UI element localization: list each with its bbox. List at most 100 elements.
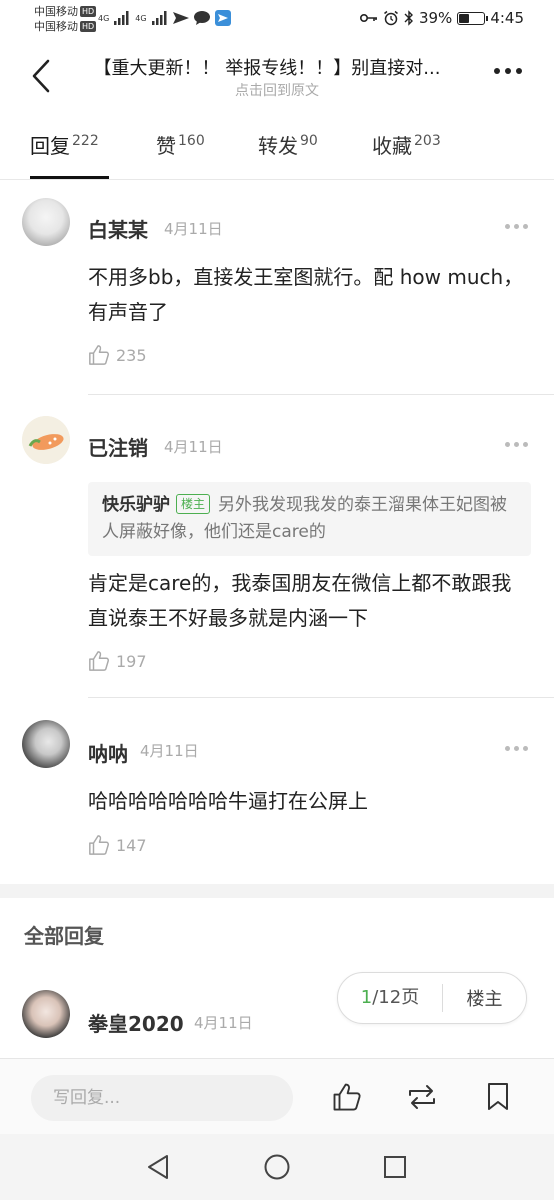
comment-author[interactable]: 拳皇2020 bbox=[88, 1008, 184, 1037]
more-button[interactable] bbox=[494, 68, 522, 74]
avatar[interactable] bbox=[22, 416, 70, 464]
key-icon bbox=[359, 14, 377, 22]
system-nav-bar bbox=[0, 1134, 554, 1200]
net-label-1: 4G bbox=[98, 13, 110, 23]
more-icon-dot bbox=[505, 68, 511, 74]
tab-replies[interactable]: 回复 222 bbox=[30, 130, 99, 159]
tab-label: 回复 bbox=[30, 134, 70, 158]
tab-label: 赞 bbox=[156, 134, 176, 158]
carrier-info: 中国移动 HD 中国移动 HD bbox=[34, 4, 97, 34]
more-icon-dot bbox=[514, 224, 519, 229]
more-icon bbox=[505, 442, 510, 447]
triangle-back-icon bbox=[148, 1155, 168, 1179]
nav-back-button[interactable] bbox=[143, 1152, 173, 1182]
avatar[interactable] bbox=[22, 720, 70, 768]
circle-home-icon bbox=[264, 1154, 290, 1180]
tab-count: 160 bbox=[178, 133, 205, 149]
clock: 4:45 bbox=[490, 9, 524, 27]
all-replies-title: 全部回复 bbox=[24, 924, 104, 948]
tab-reposts[interactable]: 转发 90 bbox=[258, 130, 318, 159]
carrier-2: 中国移动 bbox=[34, 20, 78, 33]
more-icon-dot bbox=[523, 442, 528, 447]
op-only-button[interactable]: 楼主 bbox=[443, 985, 526, 1011]
divider bbox=[88, 394, 554, 395]
header: 【重大更新！！ 举报专线！！】别直接对... 点击回到原文 bbox=[0, 40, 554, 112]
page-indicator-button[interactable]: 1/12页 bbox=[338, 984, 443, 1012]
page-navigator: 1/12页 楼主 bbox=[337, 972, 527, 1024]
comment-author[interactable]: 白某某 bbox=[88, 214, 148, 243]
tab-favorites[interactable]: 收藏 203 bbox=[372, 130, 441, 159]
total-pages: /12页 bbox=[372, 987, 420, 1008]
paper-plane-icon bbox=[172, 12, 189, 24]
divider bbox=[88, 697, 554, 698]
battery-icon bbox=[457, 11, 489, 25]
signal-icon bbox=[114, 11, 129, 25]
nav-recents-button[interactable] bbox=[380, 1152, 410, 1182]
more-icon-dot bbox=[514, 746, 519, 751]
carrier-1: 中国移动 bbox=[34, 5, 78, 18]
status-bar: 中国移动 HD 中国移动 HD 4G 4G 39% 4:45 bbox=[0, 0, 554, 40]
avatar-image bbox=[22, 416, 70, 464]
like-button[interactable]: 197 bbox=[88, 650, 147, 672]
active-tab-indicator bbox=[30, 176, 109, 179]
more-icon-dot bbox=[523, 746, 528, 751]
comment-more-button[interactable] bbox=[505, 442, 528, 447]
quoted-reply[interactable]: 快乐驴驴 楼主 另外我发现我发的泰王溜果体王妃图被人屏蔽好像，他们还是care的 bbox=[88, 482, 531, 556]
bluetooth-icon bbox=[404, 10, 413, 26]
tab-count: 90 bbox=[300, 133, 318, 149]
bookmark-icon bbox=[488, 1083, 508, 1110]
nav-home-button[interactable] bbox=[262, 1152, 292, 1182]
comment-author[interactable]: 已注销 bbox=[88, 432, 148, 461]
repost-button[interactable] bbox=[406, 1081, 438, 1113]
thumbs-up-icon bbox=[333, 1083, 361, 1111]
comment-text: 不用多bb，直接发王室图就行。配 how much，有声音了 bbox=[88, 265, 524, 324]
message-bubble-icon bbox=[193, 11, 210, 25]
back-button[interactable] bbox=[26, 54, 56, 98]
more-icon bbox=[505, 746, 510, 751]
avatar[interactable] bbox=[22, 990, 70, 1038]
bottom-action-bar bbox=[0, 1058, 554, 1134]
comment-more-button[interactable] bbox=[505, 224, 528, 229]
tab-bar: 回复 222 赞 160 转发 90 收藏 203 bbox=[0, 120, 554, 180]
back-arrow-icon bbox=[32, 59, 50, 93]
comment-date: 4月11日 bbox=[140, 742, 199, 760]
hd-badge-2: HD bbox=[80, 21, 97, 32]
like-post-button[interactable] bbox=[331, 1081, 363, 1113]
more-icon bbox=[505, 224, 510, 229]
comment-date: 4月11日 bbox=[164, 220, 223, 238]
comment-date: 4月11日 bbox=[164, 438, 223, 456]
like-count: 147 bbox=[116, 835, 147, 855]
more-icon-dot bbox=[516, 68, 522, 74]
tab-label: 转发 bbox=[258, 134, 298, 158]
signal-icon-2 bbox=[151, 11, 167, 25]
like-count: 235 bbox=[116, 345, 147, 365]
thumbs-up-icon bbox=[89, 345, 110, 365]
bookmark-button[interactable] bbox=[482, 1081, 514, 1113]
comment-text: 哈哈哈哈哈哈哈牛逼打在公屏上 bbox=[88, 789, 368, 813]
like-count: 197 bbox=[116, 651, 147, 671]
tab-count: 222 bbox=[72, 133, 99, 149]
reply-input[interactable] bbox=[31, 1075, 293, 1121]
comment-date: 4月11日 bbox=[194, 1014, 253, 1032]
tab-count: 203 bbox=[414, 133, 441, 149]
battery-percent: 39% bbox=[418, 9, 453, 27]
like-button[interactable]: 147 bbox=[88, 834, 147, 856]
comment-more-button[interactable] bbox=[505, 746, 528, 751]
tab-label: 收藏 bbox=[372, 134, 412, 158]
comment-author[interactable]: 呐呐 bbox=[88, 738, 128, 767]
like-button[interactable]: 235 bbox=[88, 344, 147, 366]
thread-title[interactable]: 【重大更新！！ 举报专线！！】别直接对... bbox=[72, 54, 462, 80]
battery-fill bbox=[459, 13, 470, 23]
quote-author: 快乐驴驴 bbox=[102, 495, 170, 515]
op-badge: 楼主 bbox=[176, 494, 211, 514]
hd-badge-1: HD bbox=[80, 6, 97, 17]
avatar[interactable] bbox=[22, 198, 70, 246]
app-notification-icon bbox=[214, 10, 231, 26]
alarm-icon bbox=[384, 10, 398, 26]
repost-icon bbox=[409, 1085, 435, 1109]
back-to-post-link[interactable]: 点击回到原文 bbox=[72, 80, 482, 100]
thumbs-up-icon bbox=[89, 651, 110, 671]
tab-likes[interactable]: 赞 160 bbox=[156, 130, 205, 159]
more-icon-dot bbox=[523, 224, 528, 229]
current-page: 1 bbox=[360, 987, 373, 1008]
